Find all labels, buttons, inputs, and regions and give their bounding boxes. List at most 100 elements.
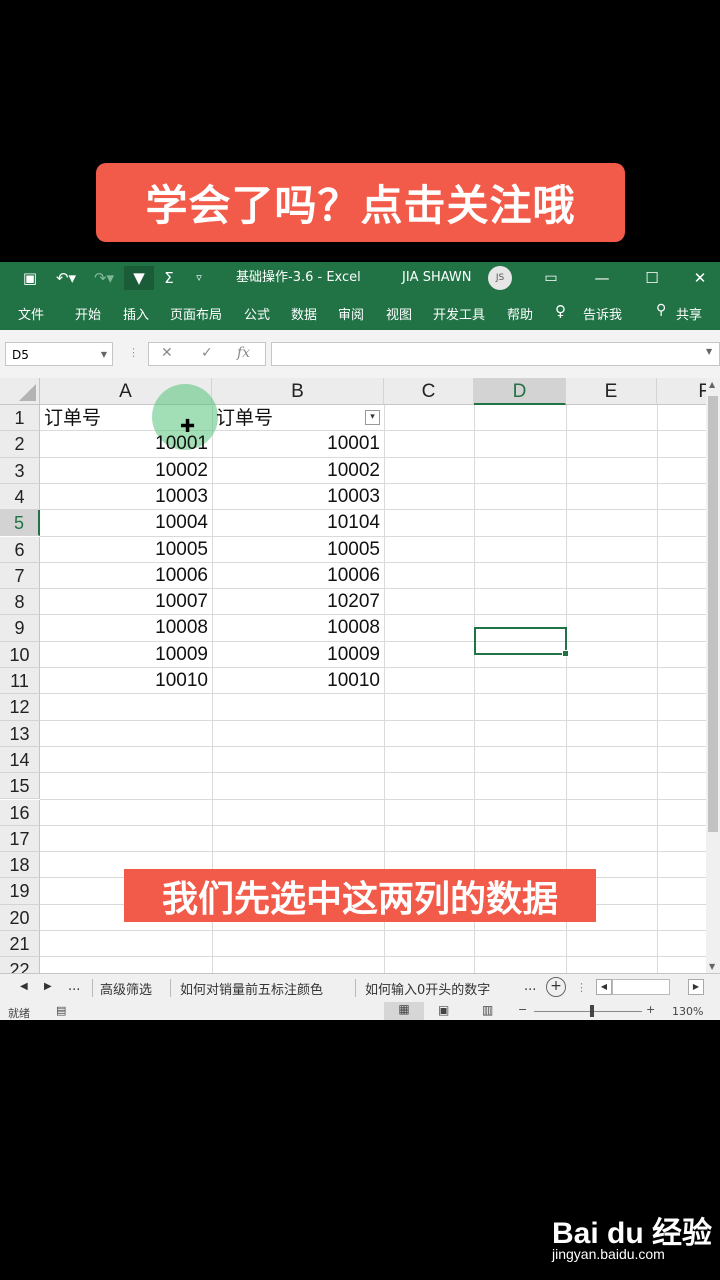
- share-button[interactable]: 共享: [676, 304, 702, 323]
- close-icon[interactable]: ✕: [690, 266, 710, 290]
- tab-help[interactable]: 帮助: [507, 304, 533, 323]
- cell-a9[interactable]: 10008: [40, 615, 212, 641]
- cell-b10[interactable]: 10009: [212, 642, 384, 668]
- row-header-9[interactable]: 9: [0, 615, 40, 642]
- scroll-up-icon[interactable]: ▲: [709, 380, 715, 389]
- add-sheet-icon[interactable]: +: [546, 977, 566, 997]
- tab-file[interactable]: 文件: [18, 304, 44, 323]
- filter-icon[interactable]: ▼: [124, 266, 154, 290]
- row-header-13[interactable]: 13: [0, 720, 40, 747]
- sheet-tab-3[interactable]: 如何输入0开头的数字: [365, 979, 490, 998]
- vertical-scrollbar[interactable]: ▲ ▼: [706, 378, 720, 973]
- scroll-down-icon[interactable]: ▼: [709, 962, 715, 971]
- maximize-icon[interactable]: ☐: [642, 266, 662, 290]
- cell-b6[interactable]: 10005: [212, 537, 384, 563]
- row-header-3[interactable]: 3: [0, 457, 40, 484]
- tab-formulas[interactable]: 公式: [244, 304, 270, 323]
- row-header-16[interactable]: 16: [0, 799, 40, 826]
- row-header-4[interactable]: 4: [0, 483, 40, 511]
- tab-page-layout[interactable]: 页面布局: [170, 304, 222, 323]
- active-cell-d5[interactable]: [474, 627, 569, 657]
- cell-a11[interactable]: 10010: [40, 668, 212, 694]
- tab-view[interactable]: 视图: [386, 304, 412, 323]
- tab-review[interactable]: 审阅: [338, 304, 364, 323]
- row-header-8[interactable]: 8: [0, 589, 40, 616]
- row-header-1[interactable]: 1: [0, 405, 40, 432]
- normal-view-icon[interactable]: ▦: [384, 1002, 424, 1020]
- column-header-c[interactable]: C: [384, 378, 474, 405]
- cell-b5[interactable]: 10104: [212, 510, 384, 536]
- chevron-down-icon[interactable]: ▼: [101, 343, 107, 367]
- zoom-slider[interactable]: [534, 1011, 642, 1012]
- cell-b1[interactable]: 订单号: [212, 406, 384, 432]
- cell-a5[interactable]: 10004: [40, 510, 212, 536]
- expand-formula-icon[interactable]: ▼: [706, 347, 712, 356]
- scrollbar-thumb[interactable]: [708, 396, 718, 832]
- fill-handle[interactable]: [562, 650, 569, 657]
- hscroll-left-icon[interactable]: ◀: [596, 979, 612, 995]
- row-header-12[interactable]: 12: [0, 694, 40, 721]
- row-header-20[interactable]: 20: [0, 904, 40, 931]
- column-header-d[interactable]: D: [474, 378, 566, 405]
- zoom-out-icon[interactable]: −: [518, 1003, 527, 1016]
- ribbon-display-icon[interactable]: ▭: [540, 266, 562, 290]
- cell-b3[interactable]: 10002: [212, 458, 384, 484]
- row-header-15[interactable]: 15: [0, 773, 40, 800]
- select-all-corner[interactable]: [0, 378, 40, 405]
- cell-b2[interactable]: 10001: [212, 431, 384, 457]
- cancel-icon[interactable]: ✕: [161, 345, 173, 361]
- row-header-11[interactable]: 11: [0, 668, 40, 695]
- row-header-14[interactable]: 14: [0, 746, 40, 774]
- row-header-18[interactable]: 18: [0, 852, 40, 879]
- page-layout-view-icon[interactable]: ▣: [438, 1003, 449, 1017]
- sheet-tab-2[interactable]: 如何对销量前五标注颜色: [180, 979, 323, 998]
- cell-b7[interactable]: 10006: [212, 563, 384, 589]
- formula-input[interactable]: [271, 342, 720, 366]
- column-header-e[interactable]: E: [566, 378, 657, 405]
- avatar[interactable]: JS: [488, 266, 512, 290]
- row-header-21[interactable]: 21: [0, 931, 40, 958]
- row-header-10[interactable]: 10: [0, 641, 40, 668]
- cell-a6[interactable]: 10005: [40, 537, 212, 563]
- column-header-b[interactable]: B: [212, 378, 384, 405]
- row-header-19[interactable]: 19: [0, 878, 40, 905]
- row-header-2[interactable]: 2: [0, 431, 40, 458]
- sum-icon[interactable]: Σ: [158, 266, 180, 290]
- tab-developer[interactable]: 开发工具: [433, 304, 485, 323]
- row-header-17[interactable]: 17: [0, 825, 40, 853]
- cell-b11[interactable]: 10010: [212, 668, 384, 694]
- page-break-view-icon[interactable]: ▥: [482, 1003, 493, 1017]
- sheet-ellipsis-left[interactable]: ...: [68, 979, 80, 994]
- drag-handle-icon[interactable]: ⋮: [128, 346, 139, 359]
- tab-data[interactable]: 数据: [291, 304, 317, 323]
- sheet-tab-1[interactable]: 高级筛选: [100, 979, 152, 998]
- macro-record-icon[interactable]: ▤: [56, 1004, 66, 1017]
- cell-a4[interactable]: 10003: [40, 484, 212, 510]
- row-header-6[interactable]: 6: [0, 536, 40, 563]
- undo-icon[interactable]: ↶▾: [52, 266, 80, 290]
- row-header-5[interactable]: 5: [0, 510, 40, 537]
- name-box[interactable]: D5 ▼: [5, 342, 113, 366]
- cell-a8[interactable]: 10007: [40, 589, 212, 615]
- cell-b8[interactable]: 10207: [212, 589, 384, 615]
- cell-a7[interactable]: 10006: [40, 563, 212, 589]
- prev-sheet-icon[interactable]: ◀: [20, 981, 28, 992]
- cell-a2[interactable]: 10001: [40, 431, 212, 457]
- horizontal-scrollbar[interactable]: [612, 979, 670, 995]
- cell-b9[interactable]: 10008: [212, 615, 384, 641]
- row-header-22[interactable]: 22: [0, 957, 40, 973]
- hscroll-right-icon[interactable]: ▶: [688, 979, 704, 995]
- tab-split-handle[interactable]: ⋮: [576, 981, 587, 994]
- fx-icon[interactable]: fx: [237, 345, 250, 361]
- zoom-slider-thumb[interactable]: [590, 1005, 594, 1017]
- zoom-level[interactable]: 130%: [672, 1005, 703, 1018]
- save-icon[interactable]: ▣: [20, 266, 40, 290]
- minimize-icon[interactable]: —: [592, 266, 612, 290]
- cell-b4[interactable]: 10003: [212, 484, 384, 510]
- row-header-7[interactable]: 7: [0, 562, 40, 590]
- column-header-f[interactable]: F: [657, 378, 706, 405]
- next-sheet-icon[interactable]: ▶: [44, 981, 52, 992]
- enter-icon[interactable]: ✓: [201, 345, 213, 361]
- tell-me[interactable]: 告诉我: [583, 304, 622, 323]
- zoom-in-icon[interactable]: +: [646, 1003, 655, 1016]
